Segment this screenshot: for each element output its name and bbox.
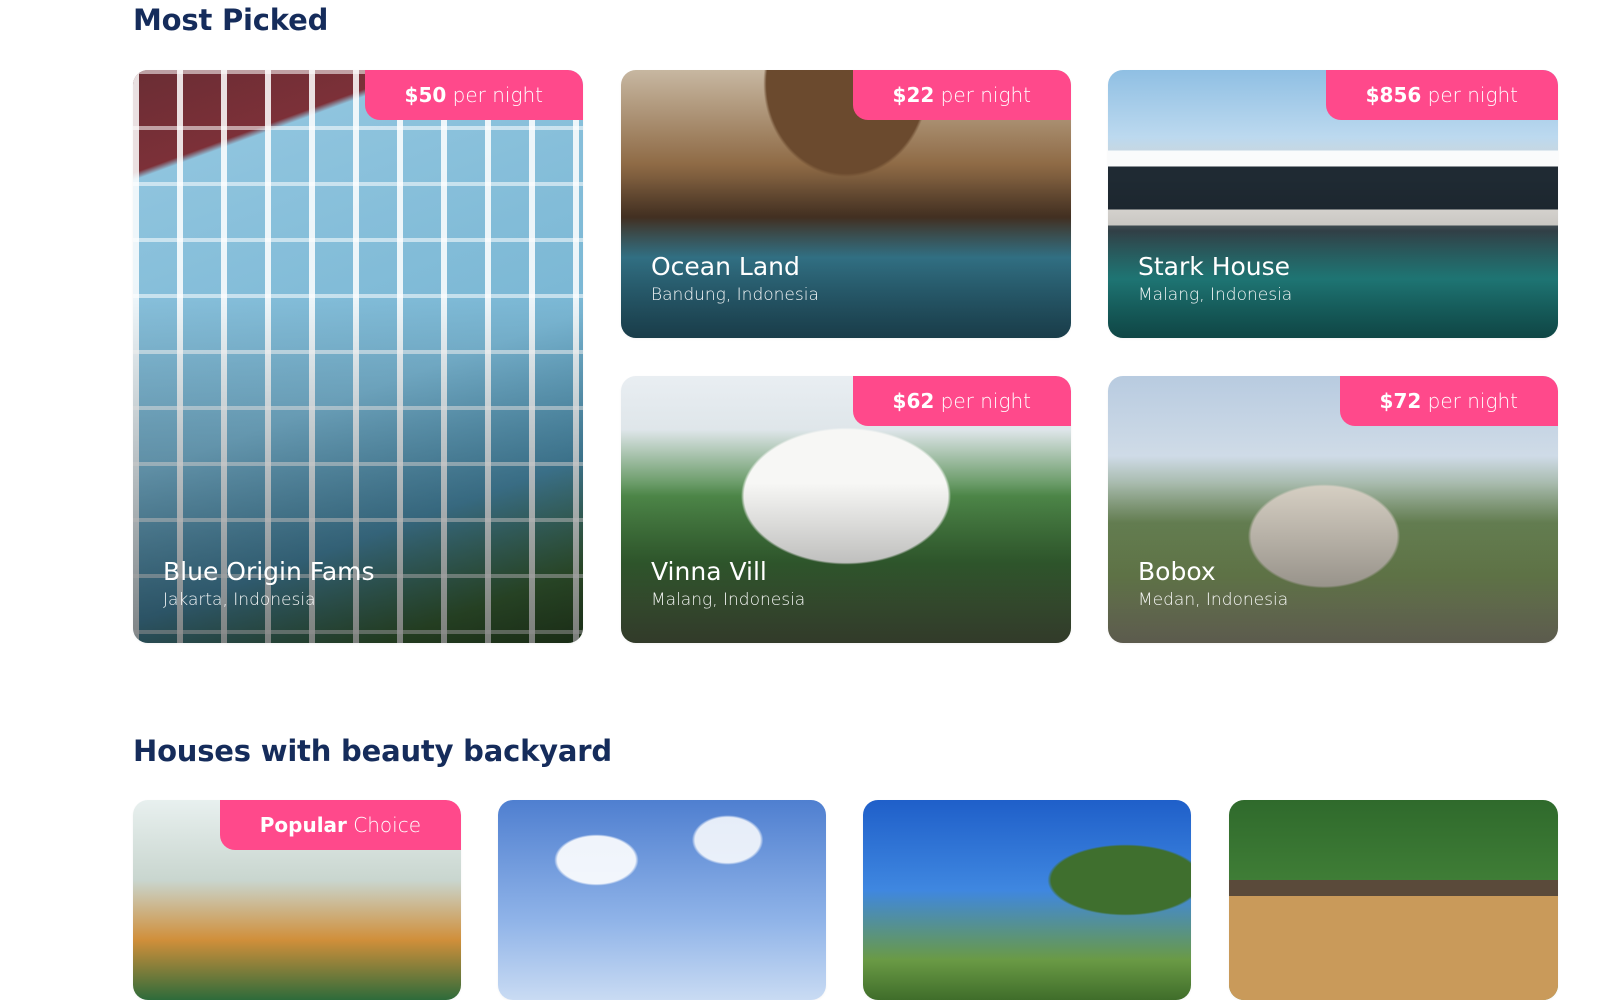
property-location: Medan, Indonesia xyxy=(1138,590,1289,610)
backyard-card-1[interactable]: Popular Choice xyxy=(133,800,461,1000)
most-picked-card-ocean-land[interactable]: $22 per night Ocean Land Bandung, Indone… xyxy=(621,70,1071,338)
card-caption: Bobox Medan, Indonesia xyxy=(1138,557,1288,613)
badge-strong: Popular xyxy=(259,813,347,837)
property-name: Blue Origin Fams xyxy=(163,557,375,586)
property-name: Stark House xyxy=(1138,252,1291,281)
card-caption: Blue Origin Fams Jakarta, Indonesia xyxy=(163,557,375,613)
price-value: $856 xyxy=(1365,83,1422,107)
price-tag: $22 per night xyxy=(852,70,1071,120)
most-picked-card-vinna-vill[interactable]: $62 per night Vinna Vill Malang, Indones… xyxy=(621,376,1071,643)
property-location: Malang, Indonesia xyxy=(651,590,806,610)
section-title-houses-backyard: Houses with beauty backyard xyxy=(133,734,612,768)
price-unit: per night xyxy=(1427,389,1518,413)
price-unit: per night xyxy=(940,83,1031,107)
property-name: Ocean Land xyxy=(651,252,800,281)
backyard-card-2[interactable] xyxy=(498,800,826,1000)
property-location: Bandung, Indonesia xyxy=(651,285,819,305)
property-name: Vinna Vill xyxy=(651,557,767,586)
section-title-most-picked: Most Picked xyxy=(133,3,329,37)
property-photo xyxy=(1229,800,1558,1000)
property-photo xyxy=(498,800,826,1000)
price-unit: per night xyxy=(1427,83,1518,107)
property-location: Malang, Indonesia xyxy=(1138,285,1293,305)
property-location: Jakarta, Indonesia xyxy=(163,590,316,610)
price-tag: $72 per night xyxy=(1339,376,1558,426)
price-value: $50 xyxy=(404,83,447,107)
price-value: $22 xyxy=(892,83,935,107)
most-picked-card-bobox[interactable]: $72 per night Bobox Medan, Indonesia xyxy=(1108,376,1558,643)
price-unit: per night xyxy=(452,83,543,107)
backyard-card-3[interactable] xyxy=(863,800,1191,1000)
badge-rest: Choice xyxy=(353,813,421,837)
price-tag: $856 per night xyxy=(1325,70,1558,120)
card-caption: Vinna Vill Malang, Indonesia xyxy=(651,557,805,613)
card-caption: Stark House Malang, Indonesia xyxy=(1138,252,1292,308)
property-photo xyxy=(863,800,1191,1000)
backyard-card-4[interactable] xyxy=(1229,800,1558,1000)
price-unit: per night xyxy=(940,389,1031,413)
price-value: $72 xyxy=(1379,389,1422,413)
card-caption: Ocean Land Bandung, Indonesia xyxy=(651,252,819,308)
property-name: Bobox xyxy=(1138,557,1216,586)
price-tag: $62 per night xyxy=(852,376,1071,426)
price-value: $62 xyxy=(892,389,935,413)
price-tag: $50 per night xyxy=(364,70,583,120)
most-picked-card-stark-house[interactable]: $856 per night Stark House Malang, Indon… xyxy=(1108,70,1558,338)
popular-choice-badge: Popular Choice xyxy=(219,800,461,850)
most-picked-card-blue-origin-fams[interactable]: $50 per night Blue Origin Fams Jakarta, … xyxy=(133,70,583,643)
